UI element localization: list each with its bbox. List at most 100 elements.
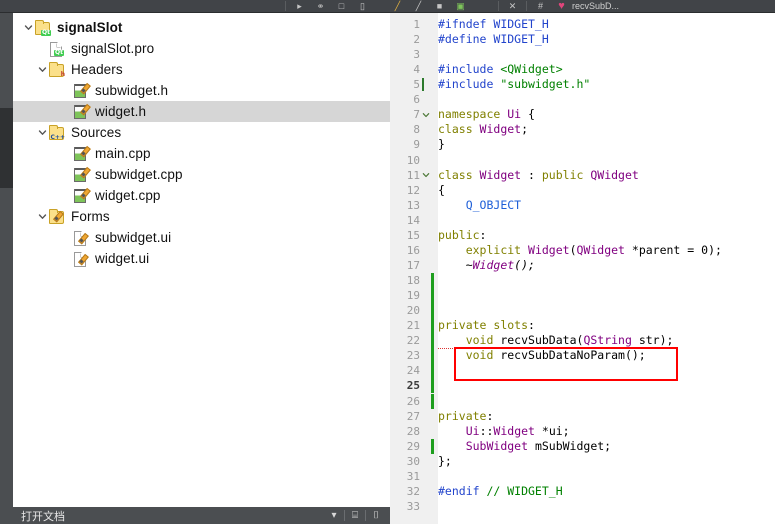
code-line-text: private: xyxy=(438,408,494,423)
line-number: 8 xyxy=(413,123,420,137)
stop-icon[interactable]: ■ xyxy=(431,1,448,12)
header-file-icon xyxy=(73,83,89,99)
project-tree-pane[interactable]: Qt signalSlot Qt signalSlot.pro h Headers subw… xyxy=(13,13,390,507)
code-line[interactable]: 19 xyxy=(390,288,775,304)
source-file-icon xyxy=(73,146,89,162)
change-marker xyxy=(431,273,434,289)
code-line[interactable]: 33 xyxy=(390,499,775,514)
line-number: 31 xyxy=(406,469,420,483)
code-line[interactable]: 21 private slots: xyxy=(390,318,775,334)
code-line[interactable]: 31 xyxy=(390,469,775,484)
code-line[interactable]: 9} xyxy=(390,137,775,152)
code-line[interactable]: 25 xyxy=(390,378,775,394)
tree-no-twisty xyxy=(59,185,73,206)
header-file-icon xyxy=(73,104,89,120)
code-line[interactable]: 3 xyxy=(390,47,775,62)
code-line[interactable]: 26 xyxy=(390,393,775,409)
chevron-down-icon[interactable] xyxy=(21,17,35,38)
heart-icon[interactable]: ♥ xyxy=(553,0,570,12)
change-marker xyxy=(431,137,434,152)
tree-item-label: signalSlot xyxy=(57,20,123,35)
change-marker xyxy=(431,168,434,183)
code-line[interactable]: 27 private: xyxy=(390,409,775,424)
code-line[interactable]: 18 xyxy=(390,273,775,289)
tree-item-widget-ui[interactable]: widget.ui xyxy=(13,248,390,269)
close-icon[interactable]: ✕ xyxy=(504,1,521,12)
code-line[interactable]: 4 #include <QWidget> xyxy=(390,62,775,77)
tree-item-forms[interactable]: Forms xyxy=(13,206,390,227)
code-line[interactable]: 14 xyxy=(390,213,775,228)
debug-icon[interactable]: ⚭ xyxy=(312,1,329,12)
chevron-down-icon[interactable] xyxy=(35,206,49,227)
tree-item-subwidget-ui[interactable]: subwidget.ui xyxy=(13,227,390,248)
line-number: 1 xyxy=(413,18,420,32)
fold-chevron-icon[interactable] xyxy=(420,171,431,179)
split-icon[interactable]: ⌸ xyxy=(345,507,365,524)
run-icon[interactable]: ▸ xyxy=(291,1,308,12)
code-line[interactable]: 16 explicit Widget(QWidget *parent = 0); xyxy=(390,243,775,258)
code-text-area[interactable]: 1 #ifndef WIDGET_H 2 #define WIDGET_H 3 4 #inc… xyxy=(390,13,775,524)
line-number: 28 xyxy=(406,424,420,438)
code-line[interactable]: 13 Q_OBJECT xyxy=(390,198,775,213)
mode-selector-strip[interactable] xyxy=(0,13,13,524)
fold-chevron-icon[interactable] xyxy=(420,111,431,119)
code-line[interactable]: 22 void recvSubData(QString str); xyxy=(390,333,775,349)
tree-item-widget-h[interactable]: widget.h xyxy=(13,101,390,122)
close-pane-icon[interactable]: ⌷ xyxy=(366,507,386,524)
code-line[interactable]: 1 #ifndef WIDGET_H xyxy=(390,17,775,32)
code-line[interactable]: 10 xyxy=(390,153,775,168)
chevron-down-icon[interactable]: ▾ xyxy=(324,507,344,524)
code-line[interactable]: 29 SubWidget mSubWidget; xyxy=(390,438,775,454)
chevron-down-icon[interactable] xyxy=(35,59,49,80)
code-line[interactable]: 24 xyxy=(390,363,775,379)
project-icon[interactable]: ▯ xyxy=(354,1,371,12)
tree-item-subwidget-cpp[interactable]: subwidget.cpp xyxy=(13,164,390,185)
toolbar-symbol-label: recvSubD... xyxy=(572,1,620,11)
code-line[interactable]: 30}; xyxy=(390,454,775,469)
line-number: 22 xyxy=(406,334,420,348)
code-line[interactable]: 8 class Widget; xyxy=(390,122,775,137)
code-line[interactable]: 6 xyxy=(390,92,775,107)
project-tree[interactable]: Qt signalSlot Qt signalSlot.pro h Headers subw… xyxy=(13,13,390,269)
open-documents-bar[interactable]: 打开文档 ▾ ⌸ ⌷ xyxy=(13,507,390,524)
change-marker xyxy=(431,469,434,484)
forms-folder-icon xyxy=(49,208,65,225)
tree-no-twisty xyxy=(59,227,73,248)
tree-item-sources[interactable]: C++ Sources xyxy=(13,122,390,143)
tree-item-main-cpp[interactable]: main.cpp xyxy=(13,143,390,164)
change-marker xyxy=(431,348,434,364)
line-number: 32 xyxy=(406,484,420,498)
image-icon[interactable]: ▣ xyxy=(452,1,469,12)
code-line[interactable]: 12 { xyxy=(390,183,775,198)
line-number: 19 xyxy=(406,289,420,303)
code-editor[interactable]: 1 #ifndef WIDGET_H 2 #define WIDGET_H 3 4 #inc… xyxy=(390,13,775,524)
tree-item-widget-cpp[interactable]: widget.cpp xyxy=(13,185,390,206)
pencil-icon[interactable]: ╱ xyxy=(389,1,406,12)
line-number: 24 xyxy=(406,364,420,378)
chevron-down-icon[interactable] xyxy=(35,122,49,143)
code-line[interactable]: 15 public: xyxy=(390,228,775,243)
toolbar-divider xyxy=(285,1,286,11)
build-icon[interactable]: □ xyxy=(333,1,350,12)
code-line[interactable]: 17 ~Widget(); xyxy=(390,258,775,273)
tree-item-signalslot-pro[interactable]: Qt signalSlot.pro xyxy=(13,38,390,59)
code-line[interactable]: 20 xyxy=(390,303,775,319)
tree-item-headers[interactable]: h Headers xyxy=(13,59,390,80)
line-number: 4 xyxy=(413,63,420,77)
slash-icon[interactable]: ╱ xyxy=(410,1,427,12)
code-line[interactable]: 7 namespace Ui { xyxy=(390,107,775,122)
code-line[interactable]: 28 Ui::Widget *ui; xyxy=(390,424,775,439)
code-line[interactable]: 32 #endif // WIDGET_H xyxy=(390,484,775,499)
ui-file-icon xyxy=(73,230,89,246)
tree-item-subwidget-h[interactable]: subwidget.h xyxy=(13,80,390,101)
code-line[interactable]: 2 #define WIDGET_H xyxy=(390,32,775,47)
change-marker xyxy=(431,409,434,424)
code-line[interactable]: 11 class Widget : public QWidget xyxy=(390,168,775,183)
code-line[interactable]: 23 void recvSubDataNoParam(); xyxy=(390,348,775,364)
tree-item-signalslot[interactable]: Qt signalSlot xyxy=(13,17,390,38)
line-number: 2 xyxy=(413,33,420,47)
code-line-text: #endif // WIDGET_H xyxy=(438,483,563,498)
hash-icon[interactable]: # xyxy=(532,1,549,12)
code-line[interactable]: 5 #include "subwidget.h" xyxy=(390,77,775,92)
qt-project-folder-icon: Qt xyxy=(35,19,51,36)
